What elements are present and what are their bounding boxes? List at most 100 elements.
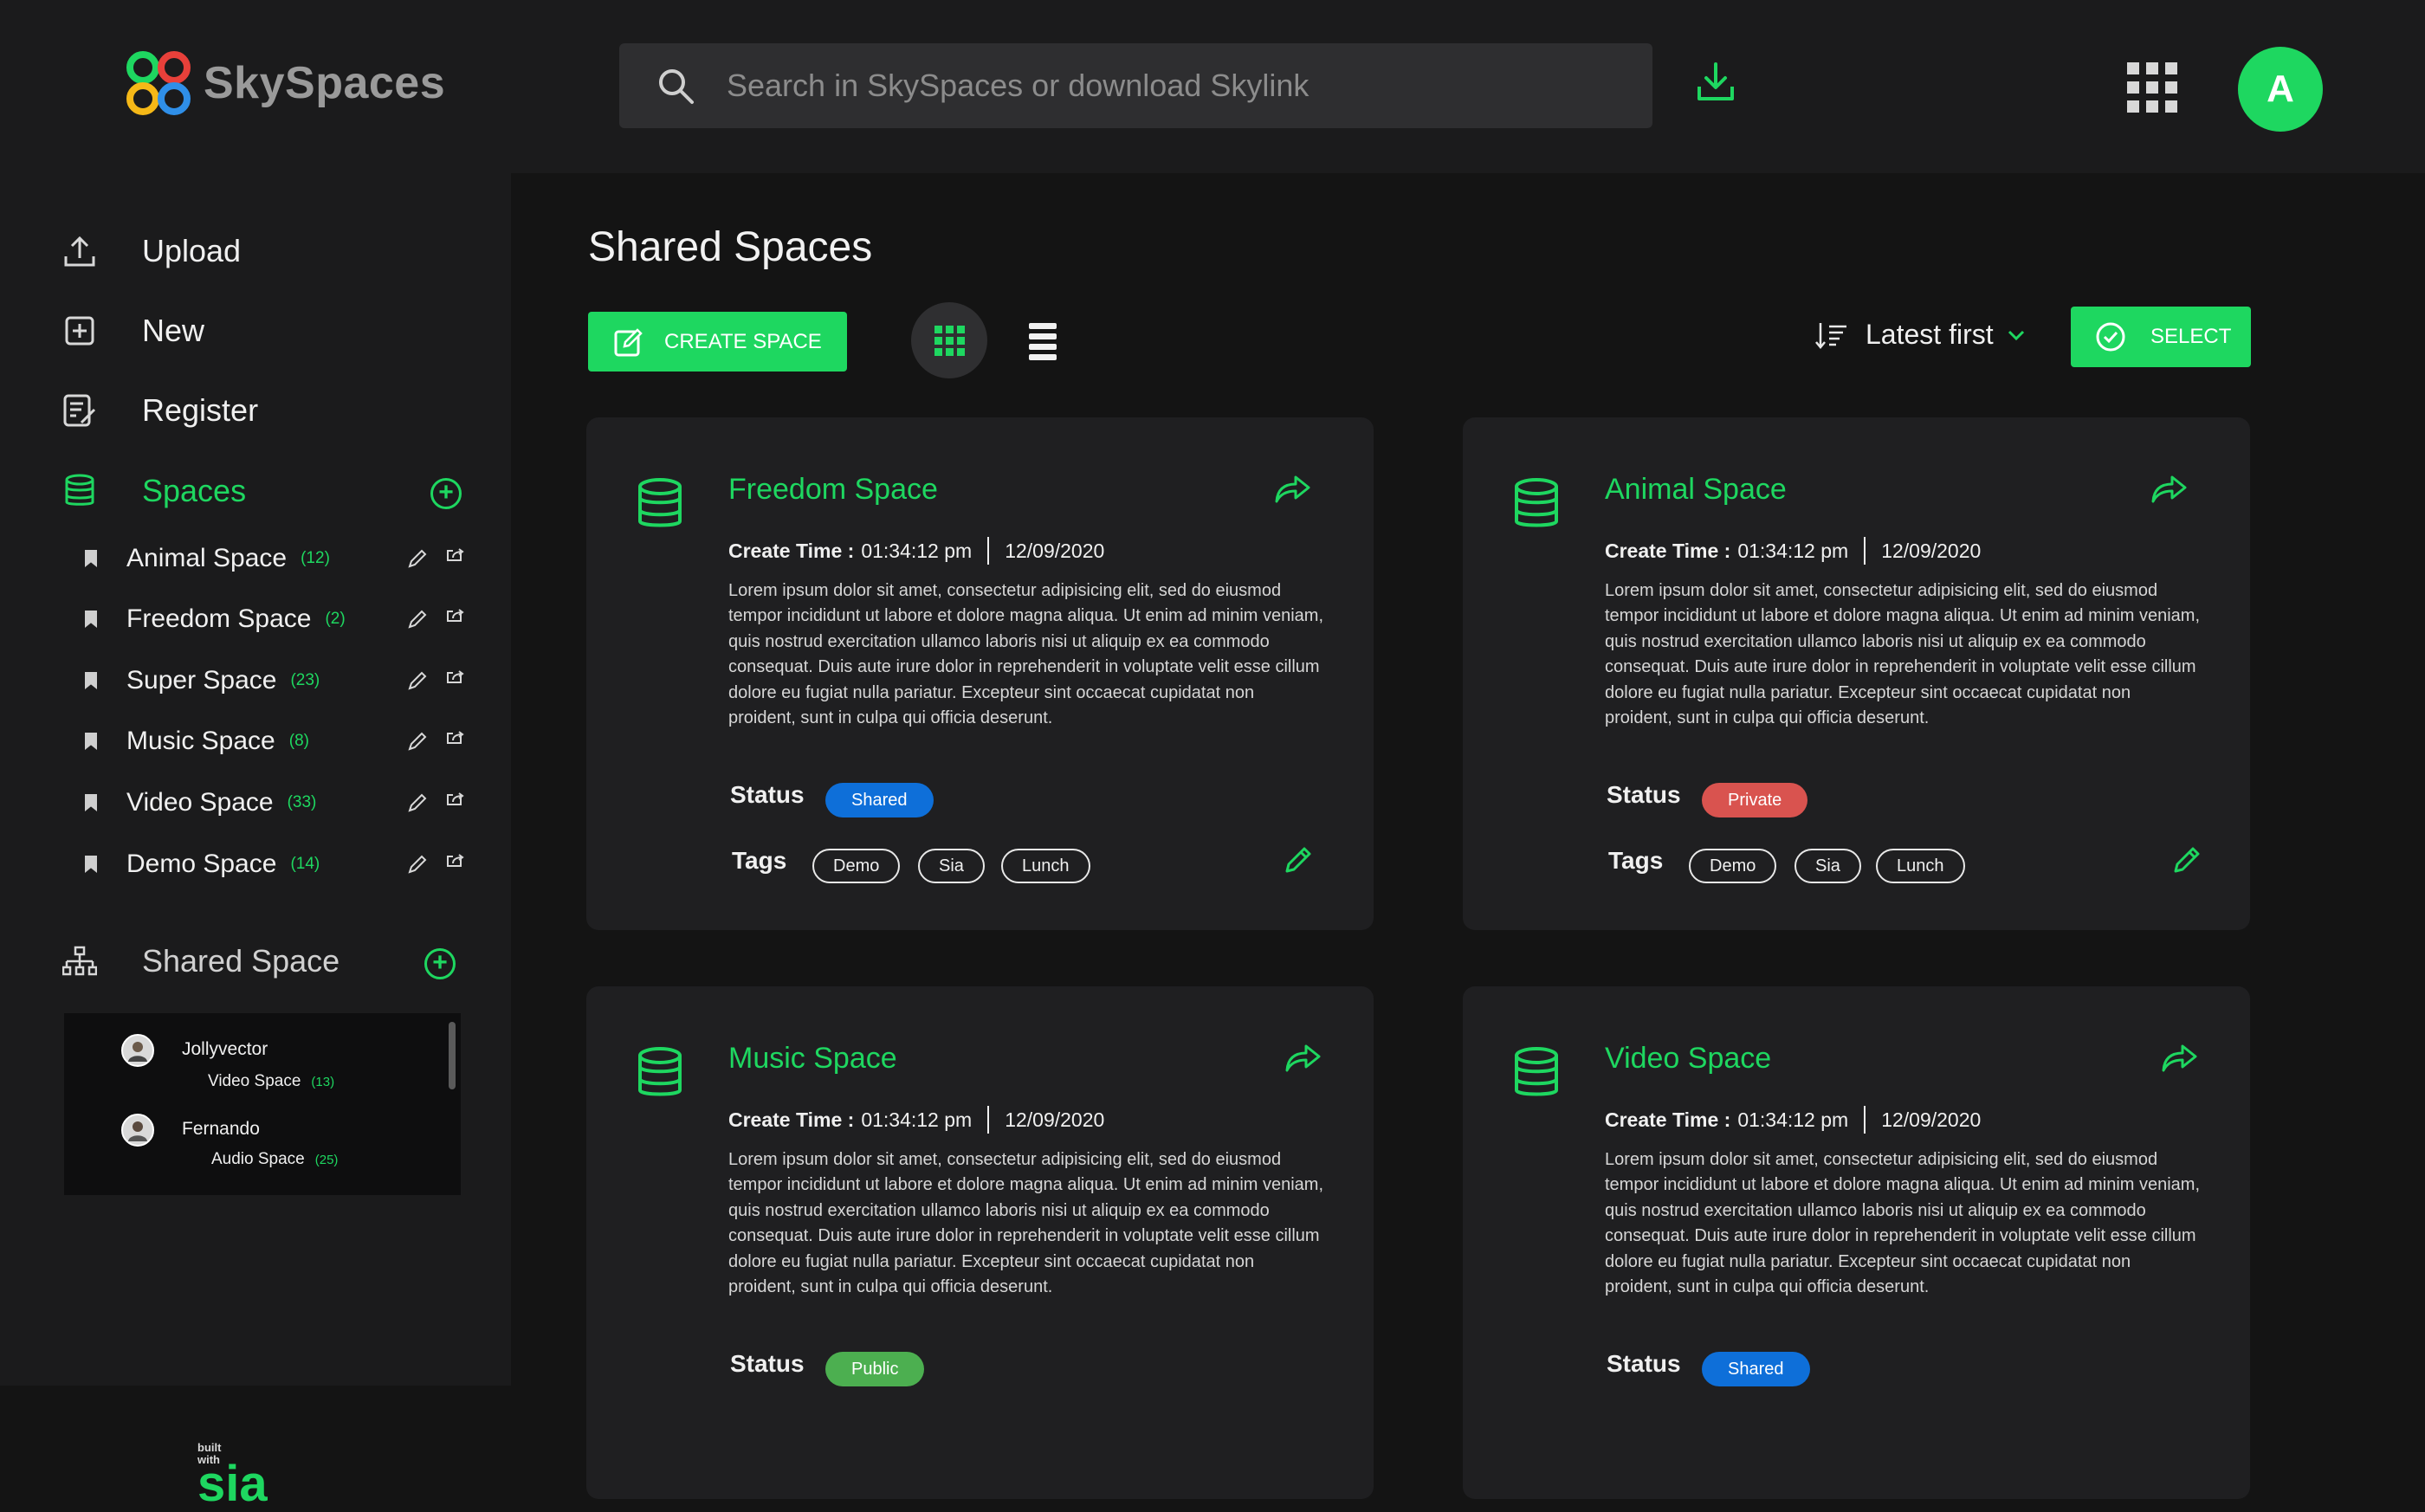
tag-chip[interactable]: Sia	[918, 849, 985, 883]
space-list-item[interactable]: Super Space (23)	[85, 663, 466, 698]
edit-icon[interactable]	[407, 548, 428, 569]
select-button[interactable]: SELECT	[2071, 307, 2251, 367]
shared-user-item[interactable]: Jollyvector	[121, 1034, 268, 1067]
space-count: (2)	[325, 610, 346, 628]
built-with-sia-logo: built with sia	[197, 1441, 268, 1512]
user-avatar[interactable]: A	[2238, 47, 2323, 132]
add-shared-space-icon[interactable]: +	[424, 948, 456, 979]
space-list-item[interactable]: Music Space (8)	[85, 724, 466, 759]
search-bar[interactable]	[619, 43, 1652, 128]
space-list-item[interactable]: Animal Space (12)	[85, 541, 466, 576]
tag-chip[interactable]: Demo	[812, 849, 901, 883]
app-name: SkySpaces	[204, 58, 446, 108]
shared-user-name: Fernando	[182, 1119, 260, 1139]
card-description: Lorem ipsum dolor sit amet, consectetur …	[728, 581, 1324, 728]
space-name: Super Space	[126, 666, 277, 695]
space-count: (12)	[301, 549, 330, 567]
status-badge: Shared	[1702, 1352, 1810, 1386]
bookmark-icon	[85, 550, 97, 567]
share-icon[interactable]	[445, 792, 466, 813]
user-avatar-icon	[121, 1114, 154, 1147]
share-icon[interactable]	[1275, 475, 1311, 504]
tag-chip[interactable]: Sia	[1794, 849, 1861, 883]
list-view-icon[interactable]	[1029, 323, 1057, 360]
space-count: (8)	[288, 732, 309, 750]
edit-icon[interactable]	[407, 792, 428, 813]
share-icon[interactable]	[445, 548, 466, 569]
check-circle-icon	[2096, 322, 2125, 352]
edit-icon[interactable]	[407, 731, 428, 752]
tag-chip[interactable]: Lunch	[1001, 849, 1090, 883]
sidebar-item-label: New	[142, 313, 205, 348]
status-label: Status	[730, 781, 805, 808]
sidebar-item-spaces[interactable]: Spaces	[61, 472, 246, 510]
edit-tags-icon[interactable]	[1284, 845, 1313, 875]
sidebar-item-upload[interactable]: Upload	[61, 232, 241, 270]
space-card[interactable]: Freedom Space Create Time :01:34:12 pm 12…	[586, 417, 1374, 930]
scrollbar[interactable]	[449, 1022, 456, 1089]
space-card[interactable]: Video Space Create Time :01:34:12 pm 12/0…	[1463, 986, 2250, 1499]
create-space-button[interactable]: CREATE SPACE	[588, 312, 847, 372]
space-list-item[interactable]: Freedom Space (2)	[85, 602, 466, 636]
space-name: Freedom Space	[126, 604, 312, 633]
sidebar-item-label: Spaces	[142, 473, 247, 508]
chevron-down-icon	[2008, 330, 2024, 340]
card-title[interactable]: Music Space	[728, 1042, 897, 1076]
apps-grid-icon[interactable]	[2127, 62, 2177, 113]
space-count: (33)	[287, 793, 317, 811]
share-icon[interactable]	[445, 854, 466, 875]
tag-chip[interactable]: Lunch	[1876, 849, 1965, 883]
sidebar-item-register[interactable]: Register	[61, 391, 258, 430]
share-icon[interactable]	[1285, 1044, 1322, 1073]
card-title[interactable]: Freedom Space	[728, 473, 938, 507]
status-badge: Shared	[825, 783, 934, 817]
share-icon[interactable]	[2151, 475, 2188, 504]
shared-user-item[interactable]: Fernando	[121, 1114, 260, 1147]
shared-user-name: Jollyvector	[182, 1039, 268, 1059]
register-icon	[61, 391, 99, 430]
share-icon[interactable]	[445, 609, 466, 630]
card-description: Lorem ipsum dolor sit amet, consectetur …	[1605, 581, 2201, 728]
card-title[interactable]: Animal Space	[1605, 473, 1787, 507]
bookmark-icon	[85, 733, 97, 750]
space-card[interactable]: Music Space Create Time :01:34:12 pm 12/0…	[586, 986, 1374, 1499]
bookmark-icon	[85, 672, 97, 689]
database-icon	[61, 472, 99, 510]
upload-icon	[61, 232, 99, 270]
shared-user-space[interactable]: Audio Space (25)	[211, 1150, 338, 1169]
space-card[interactable]: Animal Space Create Time :01:34:12 pm 12/…	[1463, 417, 2250, 930]
card-description: Lorem ipsum dolor sit amet, consectetur …	[728, 1150, 1324, 1297]
select-label: SELECT	[2150, 325, 2232, 348]
space-list-item[interactable]: Video Space (33)	[85, 785, 466, 820]
search-input[interactable]	[727, 68, 1593, 104]
space-list-item[interactable]: Demo Space (14)	[85, 847, 466, 882]
share-icon[interactable]	[445, 670, 466, 691]
database-icon	[638, 1047, 682, 1096]
edit-icon[interactable]	[407, 670, 428, 691]
card-title[interactable]: Video Space	[1605, 1042, 1771, 1076]
new-icon	[61, 312, 99, 350]
space-count: (23)	[290, 671, 320, 689]
sidebar: Upload New Register Spaces + Animal Spac…	[0, 173, 511, 1509]
sidebar-item-new[interactable]: New	[61, 312, 204, 350]
sidebar-item-shared-space[interactable]: Shared Space	[61, 942, 340, 980]
download-icon[interactable]	[1696, 61, 1736, 104]
share-icon[interactable]	[2162, 1044, 2198, 1073]
shared-user-space[interactable]: Video Space (13)	[208, 1072, 334, 1091]
tags-label: Tags	[732, 847, 787, 874]
page-title: Shared Spaces	[588, 224, 873, 270]
app-logo[interactable]: SkySpaces	[126, 50, 445, 116]
sidebar-item-label: Upload	[142, 233, 242, 268]
tag-chip[interactable]: Demo	[1689, 849, 1777, 883]
space-count: (14)	[290, 855, 320, 873]
edit-tags-icon[interactable]	[2172, 845, 2202, 875]
sort-label: Latest first	[1866, 319, 1994, 350]
sort-dropdown[interactable]: Latest first	[1814, 319, 2025, 351]
add-space-icon[interactable]: +	[430, 478, 462, 509]
edit-icon[interactable]	[407, 854, 428, 875]
share-icon[interactable]	[445, 731, 466, 752]
status-label: Status	[1607, 781, 1681, 808]
database-icon	[1515, 1047, 1558, 1096]
grid-view-toggle[interactable]	[911, 302, 987, 378]
edit-icon[interactable]	[407, 609, 428, 630]
